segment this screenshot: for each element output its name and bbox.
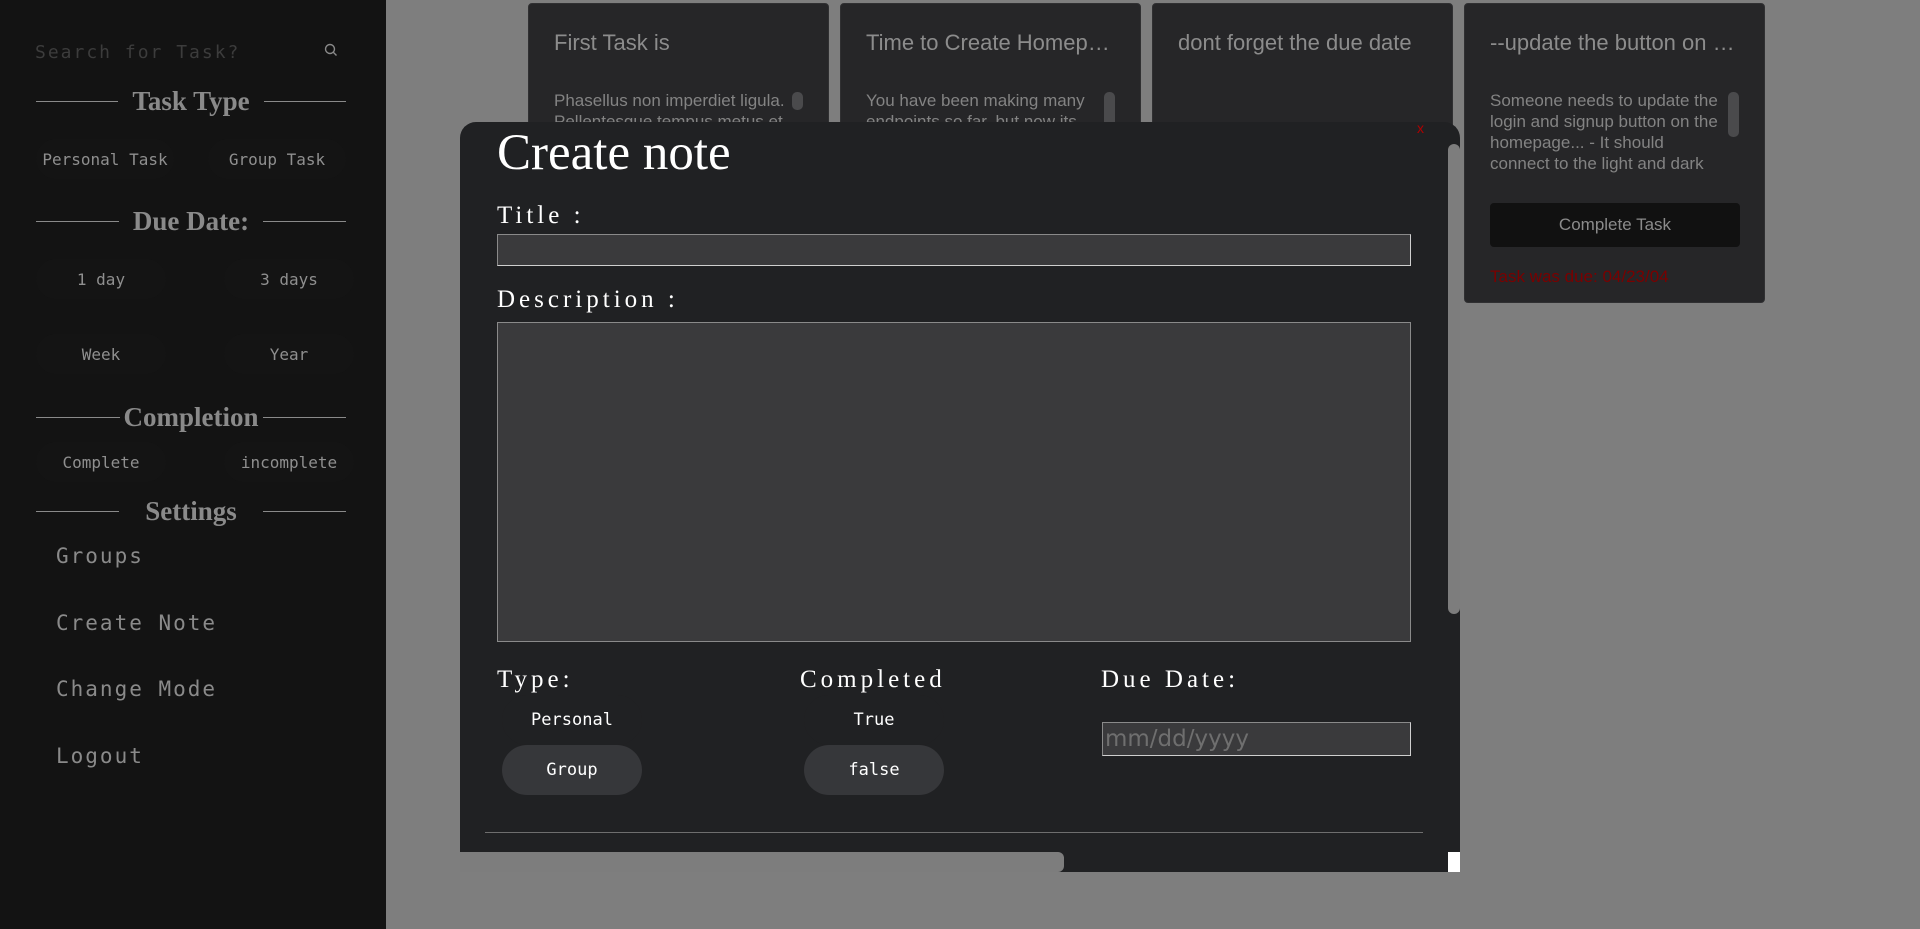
section-header-completion: Completion — [36, 400, 346, 434]
filter-due-3-days[interactable]: 3 days — [224, 259, 354, 299]
filter-group-task[interactable]: Group Task — [208, 139, 346, 179]
nav-groups[interactable]: Groups — [56, 544, 144, 568]
task-card-scrollbar[interactable] — [792, 92, 803, 110]
filter-incomplete[interactable]: incomplete — [224, 442, 354, 482]
task-card-title: --update the button on the homepage — [1490, 30, 1740, 55]
completed-option-false[interactable]: false — [804, 745, 944, 795]
section-header-settings: Settings — [36, 494, 347, 528]
type-option-group[interactable]: Group — [502, 745, 642, 795]
vertical-scrollbar[interactable] — [1448, 144, 1460, 614]
completed-option-true[interactable]: True — [804, 695, 944, 745]
task-card-description: Phasellus non imperdiet ligula. Pellente… — [554, 91, 785, 122]
filter-due-year[interactable]: Year — [224, 334, 354, 374]
type-label: Type: — [497, 666, 574, 693]
search-bar — [33, 37, 343, 67]
task-card[interactable]: Time to Create Homepage You have been ma… — [840, 3, 1141, 133]
task-card-title: dont forget the due date — [1178, 30, 1412, 55]
nav-logout[interactable]: Logout — [56, 744, 144, 768]
filter-personal-task[interactable]: Personal Task — [36, 139, 174, 179]
create-note-modal: x Create note Title : Description : Type… — [460, 122, 1460, 872]
task-card[interactable]: --update the button on the homepage Some… — [1464, 3, 1765, 303]
search-icon[interactable] — [323, 42, 339, 58]
task-card-title: First Task is — [554, 30, 670, 55]
task-card-description: Someone needs to update the login and si… — [1490, 91, 1718, 173]
search-input[interactable] — [33, 37, 307, 67]
modal-divider — [485, 832, 1423, 833]
type-option-personal[interactable]: Personal — [502, 695, 642, 745]
description-input[interactable] — [497, 322, 1411, 642]
close-icon[interactable]: x — [1417, 122, 1424, 136]
task-card[interactable]: dont forget the due date — [1152, 3, 1453, 133]
task-card-title: Time to Create Homepage — [866, 30, 1116, 55]
scrollbar-corner — [1448, 852, 1460, 872]
description-label: Description : — [497, 286, 679, 313]
title-input[interactable] — [497, 234, 1411, 266]
modal-title: Create note — [497, 125, 731, 181]
filter-complete[interactable]: Complete — [36, 442, 166, 482]
task-due-status: Task was due: 04/23/04 — [1490, 267, 1669, 286]
horizontal-scrollbar[interactable] — [460, 852, 1064, 872]
section-header-task-type: Task Type — [36, 84, 347, 118]
nav-create-note[interactable]: Create Note — [56, 611, 217, 635]
completed-label: Completed — [800, 666, 946, 693]
nav-change-mode[interactable]: Change Mode — [56, 677, 217, 701]
task-card-description: You have been making many endpoints so f… — [866, 91, 1085, 122]
section-header-due-date: Due Date: — [36, 204, 346, 238]
task-card-scrollbar[interactable] — [1728, 92, 1739, 137]
title-label: Title : — [497, 202, 585, 229]
filter-due-1-day[interactable]: 1 day — [36, 259, 166, 299]
sidebar: Task Type Personal Task Group Task Due D… — [0, 0, 386, 929]
task-card[interactable]: First Task is Phasellus non imperdiet li… — [528, 3, 829, 133]
complete-task-button[interactable]: Complete Task — [1490, 203, 1740, 247]
due-date-input[interactable] — [1102, 722, 1411, 756]
filter-due-week[interactable]: Week — [36, 334, 166, 374]
due-date-label: Due Date: — [1101, 666, 1240, 693]
